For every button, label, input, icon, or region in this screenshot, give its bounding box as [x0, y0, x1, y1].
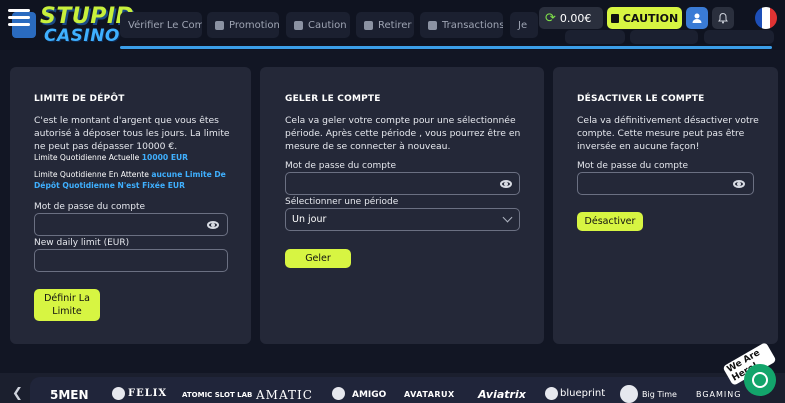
chevron-down-icon — [502, 212, 513, 223]
transactions-icon — [428, 20, 437, 30]
chevron-left-icon[interactable]: ❮ — [12, 386, 23, 401]
tab-label: Promotion — [229, 19, 279, 31]
caution-button[interactable]: CAUTION — [607, 7, 682, 29]
provider-logo[interactable]: ATOMIC SLOT LAB — [182, 391, 252, 399]
tab-scroll-indicator — [120, 46, 772, 49]
tab-label: Retirer — [378, 19, 412, 31]
deactivate-description: Cela va définitivement désactiver votre … — [577, 115, 759, 152]
tab-games[interactable]: Je — [510, 12, 538, 38]
provider-logo[interactable]: Aviatrix — [478, 388, 526, 401]
tab-label: Transactions — [442, 19, 503, 31]
deactivate-password-input[interactable] — [577, 172, 754, 195]
tab-hidden-2[interactable] — [630, 30, 698, 44]
current-limit-value: 10000 EUR — [141, 153, 189, 162]
balance-display[interactable]: ⟳ 0.00€ — [539, 7, 603, 29]
tab-caution[interactable]: Caution — [286, 12, 350, 38]
withdraw-icon — [364, 20, 373, 30]
freeze-password-input[interactable] — [285, 172, 520, 195]
provider-logo[interactable]: AMATIC — [256, 388, 313, 402]
deactivate-button[interactable]: Désactiver — [577, 212, 643, 231]
freeze-button[interactable]: Geler — [285, 249, 351, 268]
show-password-icon[interactable] — [733, 180, 745, 188]
provider-logo-icon — [545, 387, 558, 400]
provider-logo[interactable]: AMIGO — [352, 390, 386, 400]
freeze-description: Cela va geler votre compte pour une séle… — [285, 115, 521, 152]
deactivate-account-panel — [553, 67, 778, 344]
deposit-password-input[interactable] — [34, 213, 228, 236]
deactivate-title: DÉSACTIVER LE COMPTE — [577, 94, 705, 104]
pending-limit-value: aucune Limite De — [151, 170, 226, 179]
live-chat-button[interactable] — [744, 364, 776, 396]
user-group-icon — [215, 20, 224, 30]
site-logo[interactable]: STUPID CASINO — [34, 4, 134, 46]
tab-label: Caution — [308, 19, 347, 31]
new-limit-input[interactable] — [34, 249, 228, 272]
pending-limit-value-line2: Dépôt Quotidienne N'est Fixée EUR — [34, 181, 185, 190]
deactivate-password-label: Mot de passe du compte — [577, 161, 689, 171]
provider-logo-icon — [112, 387, 125, 400]
set-limit-label-line2: Limite — [52, 306, 82, 317]
tab-hidden-1[interactable] — [565, 30, 625, 44]
period-select[interactable]: Un jour — [285, 208, 520, 231]
show-password-icon[interactable] — [500, 180, 512, 188]
freeze-title: GELER LE COMPTE — [285, 94, 381, 104]
provider-logo[interactable]: blueprint — [560, 388, 605, 399]
bell-icon — [718, 12, 728, 24]
tab-hidden-3[interactable] — [704, 30, 774, 44]
logo-text-bottom: CASINO — [44, 26, 120, 46]
provider-logo-icon — [332, 387, 345, 400]
current-limit-label: Limite Quotidienne Actuelle — [34, 153, 140, 162]
show-password-icon[interactable] — [207, 221, 219, 229]
pending-limit-label: Limite Quotidienne En Attente — [34, 170, 149, 179]
menu-icon[interactable] — [8, 9, 30, 27]
refresh-icon[interactable]: ⟳ — [545, 11, 556, 26]
chat-bubble-icon — [752, 372, 768, 388]
set-limit-label-line1: Définir La — [44, 293, 90, 304]
deposit-limit-title: LIMITE DE DÉPÔT — [34, 94, 125, 104]
tab-withdraw[interactable]: Retirer — [356, 12, 414, 38]
period-label: Sélectionner une période — [285, 197, 399, 207]
wallet-icon — [294, 20, 303, 30]
wallet-icon — [610, 13, 619, 23]
provider-logo-icon — [620, 385, 638, 403]
pending-limit-row: Limite Quotidienne En Attente aucune Lim… — [34, 169, 226, 180]
provider-logo[interactable]: FELIX — [128, 388, 167, 399]
user-icon — [692, 13, 702, 23]
caution-label: CAUTION — [622, 11, 679, 25]
tab-verify-account[interactable]: Vérifier Le Compte — [120, 12, 202, 38]
tab-promotion[interactable]: Promotion — [207, 12, 279, 38]
provider-logo[interactable]: AVATARUX — [404, 390, 455, 399]
freeze-button-label: Geler — [305, 253, 331, 264]
new-limit-label: New daily limit (EUR) — [34, 238, 130, 248]
set-limit-button[interactable]: Définir La Limite — [34, 289, 100, 321]
language-flag-icon[interactable] — [755, 7, 777, 29]
deactivate-button-label: Désactiver — [584, 216, 636, 227]
period-selected-value: Un jour — [292, 214, 327, 225]
deposit-limit-description: C'est le montant d'argent que vous êtes … — [34, 115, 230, 152]
freeze-password-label: Mot de passe du compte — [285, 161, 397, 171]
set-limit-label: Définir La Limite — [44, 292, 90, 318]
notifications-button[interactable] — [712, 7, 734, 29]
provider-logo[interactable]: BGAMING — [696, 390, 741, 399]
tab-transactions[interactable]: Transactions — [420, 12, 503, 38]
tab-label: Vérifier Le Compte — [128, 19, 202, 31]
provider-logo[interactable]: 5MEN — [50, 388, 89, 402]
tab-label: Je — [518, 19, 528, 31]
user-profile-button[interactable] — [686, 7, 708, 29]
current-limit-row: Limite Quotidienne Actuelle 10000 EUR — [34, 152, 188, 163]
provider-logo[interactable]: Big Time — [642, 390, 677, 399]
balance-amount: 0.00€ — [559, 11, 592, 25]
deposit-password-label: Mot de passe du compte — [34, 202, 146, 212]
